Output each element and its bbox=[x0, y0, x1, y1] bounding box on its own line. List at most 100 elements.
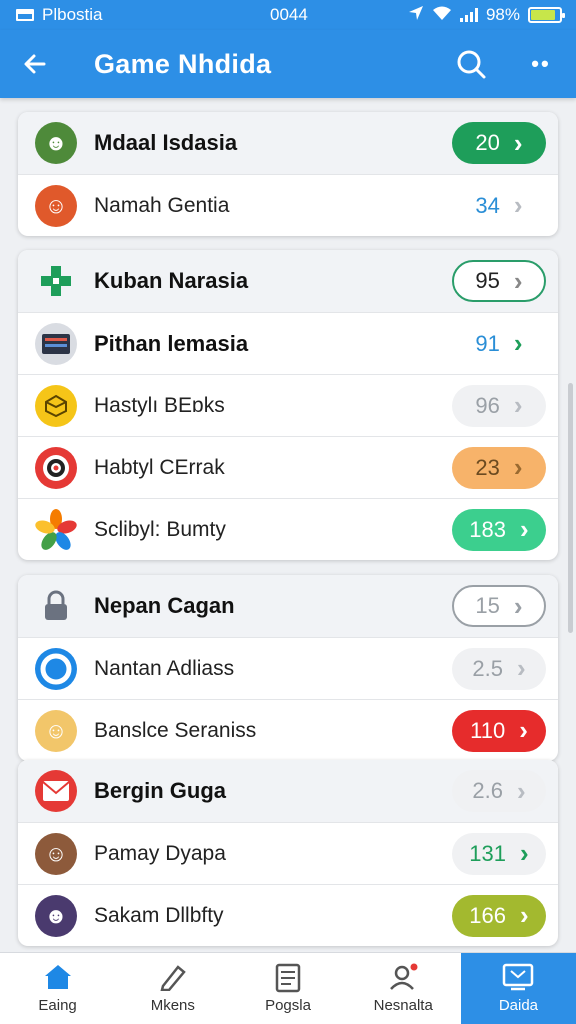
nav-item-eaing[interactable]: Eaing bbox=[0, 953, 115, 1024]
more-button[interactable]: •• bbox=[506, 30, 576, 98]
row-icon-wrap: ☻ bbox=[18, 894, 94, 937]
value-text: 110 bbox=[470, 717, 506, 743]
list-item[interactable]: Hastylı BEɒks 96 › bbox=[18, 374, 558, 436]
value-badge[interactable]: 15 › bbox=[452, 585, 546, 627]
value-badge[interactable]: 95 › bbox=[452, 260, 546, 302]
value-text: 2.5 bbox=[472, 655, 503, 681]
nav-item-label: Daida bbox=[498, 997, 539, 1014]
target-icon bbox=[35, 446, 77, 489]
chevron-right-icon: › bbox=[513, 390, 523, 420]
list-item[interactable]: Nepan Cagan 15 › bbox=[18, 575, 558, 637]
row-icon-wrap bbox=[18, 446, 94, 489]
list-item[interactable]: ☻ Sakam Dllbfty 166 › bbox=[18, 884, 558, 946]
row-icon-wrap: ☻ bbox=[18, 122, 94, 164]
list-item[interactable]: Bergin Guga 2.6 › bbox=[18, 760, 558, 822]
chevron-right-icon: › bbox=[513, 328, 523, 358]
card-stack-icon bbox=[35, 322, 77, 365]
value-text: 20 bbox=[475, 130, 500, 155]
mail-icon bbox=[35, 770, 77, 812]
ring-icon bbox=[35, 647, 77, 690]
list-item[interactable]: ☻ Mdaal Isdasia 20 › bbox=[18, 112, 558, 174]
chevron-right-icon: › bbox=[516, 653, 526, 683]
status-app-name: Plbostia bbox=[42, 5, 103, 24]
list-item[interactable]: ☺ Banslce Seraniss 110 › bbox=[18, 699, 558, 761]
search-icon bbox=[457, 50, 486, 79]
wifi-icon bbox=[432, 5, 452, 26]
battery-percent: 98% bbox=[485, 5, 520, 24]
value-badge[interactable]: 20 › bbox=[452, 122, 546, 164]
row-icon-wrap bbox=[18, 260, 94, 302]
value-badge[interactable]: 23 › bbox=[452, 446, 546, 489]
value-badge[interactable]: 34 › bbox=[452, 185, 546, 227]
chevron-right-icon: › bbox=[519, 715, 528, 745]
list-item[interactable]: Sclibyl: Bumty 183 › bbox=[18, 498, 558, 560]
chevron-right-icon: › bbox=[513, 127, 523, 158]
group-card: Kuban Narasia 95 › Pithan lemasia 91 › Hastylı… bbox=[18, 250, 558, 560]
location-arrow-icon bbox=[408, 5, 424, 26]
list-item-label: Nepan Cagan bbox=[94, 593, 235, 618]
list-item-label: Pamay Dyapa bbox=[94, 841, 226, 865]
list-item-label: Pithan lemasia bbox=[94, 330, 249, 356]
box-icon bbox=[35, 384, 77, 427]
row-icon-wrap bbox=[18, 770, 94, 812]
nav-item-label: Nesnalta bbox=[373, 997, 433, 1014]
nav-item-mkens[interactable]: Mkens bbox=[115, 953, 230, 1024]
character-icon: ☺ bbox=[35, 184, 77, 227]
list-document-icon bbox=[275, 963, 301, 993]
list-item[interactable]: Pithan lemasia 91 › bbox=[18, 312, 558, 374]
list-item-label: Bergin Guga bbox=[94, 778, 227, 803]
value-text: 183 bbox=[469, 516, 507, 542]
home-icon bbox=[43, 963, 73, 993]
flower-icon bbox=[35, 508, 77, 551]
game-avatar-icon: ☻ bbox=[35, 122, 77, 164]
list-item-label: Nantan Adliass bbox=[94, 656, 235, 680]
list-item[interactable]: Nantan Adliass 2.5 › bbox=[18, 637, 558, 699]
back-button[interactable] bbox=[0, 30, 70, 98]
nav-item-label: Mkens bbox=[150, 997, 195, 1014]
arrow-left-icon bbox=[24, 54, 46, 74]
list-item-label: Sclibyl: Bumty bbox=[94, 517, 226, 541]
row-icon-wrap bbox=[18, 384, 94, 427]
nav-item-pogsla[interactable]: Pogsla bbox=[230, 953, 345, 1024]
value-badge[interactable]: 91 › bbox=[452, 323, 546, 365]
nav-item-daida[interactable]: Daida bbox=[460, 953, 576, 1024]
face-avatar-icon: ☺ bbox=[35, 709, 77, 752]
list-item[interactable]: ☺ Namah Gentia 34 › bbox=[18, 174, 558, 236]
value-text: 34 bbox=[475, 192, 500, 218]
value-badge[interactable]: 2.6 › bbox=[452, 770, 546, 812]
list-item-label: Hastylı BEɒks bbox=[94, 393, 225, 417]
value-badge[interactable]: 110 › bbox=[452, 709, 546, 752]
list-item-label: Mdaal Isdasia bbox=[94, 130, 238, 155]
row-icon-wrap: ☺ bbox=[18, 709, 94, 752]
value-badge[interactable]: 183 › bbox=[452, 508, 546, 551]
list-item[interactable]: Habtyl CErrak 23 › bbox=[18, 436, 558, 498]
group-card: ☻ Mdaal Isdasia 20 › ☺ Namah Gentia 34 › bbox=[18, 112, 558, 236]
list-item[interactable]: ☺ Pamay Dyapa 131 › bbox=[18, 822, 558, 884]
value-text: 96 bbox=[475, 392, 500, 418]
value-badge[interactable]: 2.5 › bbox=[452, 647, 546, 690]
search-button[interactable] bbox=[436, 30, 506, 98]
row-icon-wrap: ☺ bbox=[18, 832, 94, 875]
chevron-right-icon: › bbox=[520, 514, 529, 544]
profile-notification-icon bbox=[388, 963, 418, 993]
group-card: Nepan Cagan 15 › Nantan Adliass 2.5 › ☺ Banslce… bbox=[18, 575, 558, 761]
chevron-right-icon: › bbox=[516, 775, 526, 806]
screen-icon bbox=[502, 963, 534, 993]
value-badge[interactable]: 131 › bbox=[452, 832, 546, 875]
lock-icon bbox=[35, 585, 77, 627]
bottom-nav: Eaing Mkens Pogsla Nesnalta Daida bbox=[0, 952, 576, 1024]
page-title: Game Nhdida bbox=[94, 48, 272, 79]
more-dots-icon: •• bbox=[531, 51, 551, 76]
value-badge[interactable]: 166 › bbox=[452, 894, 546, 937]
nav-item-nesnalta[interactable]: Nesnalta bbox=[346, 953, 461, 1024]
value-badge[interactable]: 96 › bbox=[452, 384, 546, 427]
row-icon-wrap bbox=[18, 508, 94, 551]
pet-avatar-icon: ☻ bbox=[35, 894, 77, 937]
person-avatar-icon: ☺ bbox=[35, 832, 77, 875]
group-card: Bergin Guga 2.6 › ☺ Pamay Dyapa 131 › ☻ Sakam Dl… bbox=[18, 760, 558, 946]
list-item-label: Banslce Seraniss bbox=[94, 718, 257, 742]
scrollbar[interactable] bbox=[568, 383, 573, 633]
value-text: 166 bbox=[469, 902, 507, 928]
list-item[interactable]: Kuban Narasia 95 › bbox=[18, 250, 558, 312]
list-item-label: Kuban Narasia bbox=[94, 268, 249, 293]
